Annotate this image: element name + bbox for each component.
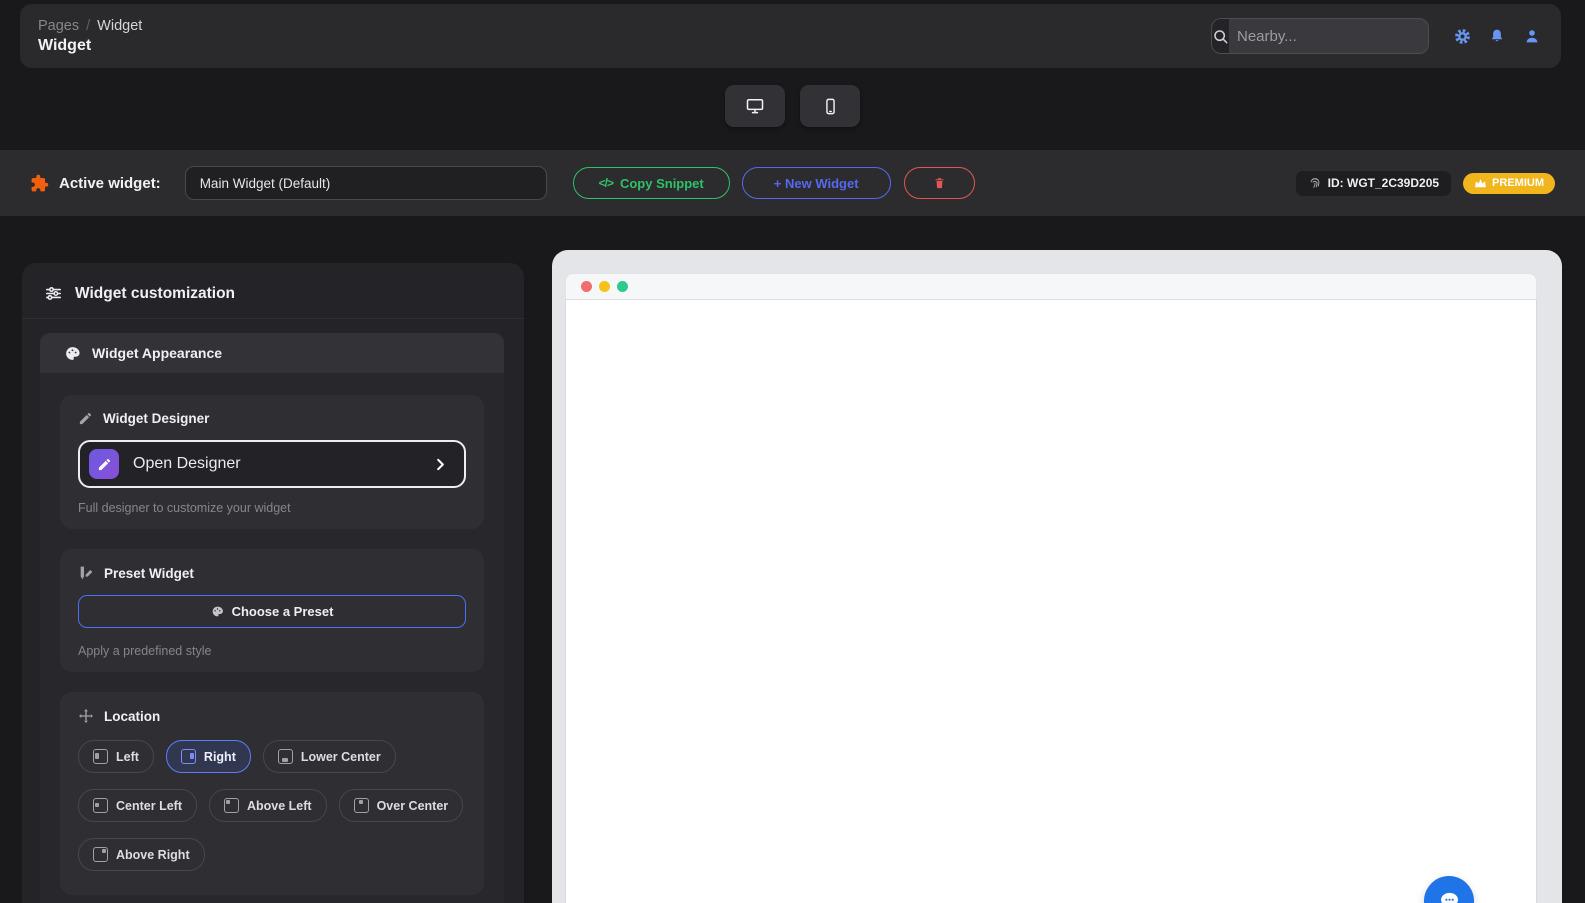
browser-mockup [565, 273, 1537, 903]
widget-id-badge: ID: WGT_2C39D205 [1295, 170, 1452, 196]
browser-content [565, 300, 1537, 903]
location-option-label: Above Right [116, 847, 190, 862]
location-option-label: Above Left [246, 798, 312, 813]
preset-widget-caption: Apply a predefined style [78, 644, 212, 658]
search-icon [1212, 19, 1229, 53]
location-option-above-right[interactable]: Above Right [78, 838, 205, 871]
location-option-label: Center Left [116, 798, 182, 813]
chat-bubble-icon [1436, 888, 1462, 903]
open-designer-label: Open Designer [133, 455, 241, 472]
open-designer-button[interactable]: Open Designer [78, 440, 466, 488]
location-card: Location Left Right Lower Center Center Lef… [60, 692, 484, 895]
search-input[interactable] [1229, 19, 1428, 53]
location-option-above-left[interactable]: Above Left [208, 789, 327, 822]
chat-widget-button[interactable] [1424, 876, 1474, 903]
mobile-icon [821, 97, 840, 116]
designer-pencil-icon [89, 449, 119, 479]
new-widget-label: + New Widget [773, 175, 859, 191]
premium-badge[interactable]: PREMIUM [1463, 172, 1555, 194]
browser-titlebar [565, 273, 1537, 300]
trash-icon [933, 176, 946, 190]
breadcrumb-block: Pages / Widget Widget [38, 18, 142, 55]
appearance-section: Widget Appearance Widget Designer Open D… [40, 333, 504, 903]
settings-button[interactable] [1451, 25, 1473, 47]
move-icon [78, 708, 94, 724]
sliders-icon [44, 284, 63, 303]
breadcrumb-parent[interactable]: Pages [38, 18, 79, 34]
widget-id-text: ID: WGT_2C39D205 [1327, 176, 1440, 190]
pencil-icon [78, 411, 93, 426]
position-top-left-icon [223, 798, 239, 813]
preset-widget-card: Preset Widget Choose a Preset Apply a pr… [60, 549, 484, 672]
location-option-label: Right [203, 749, 236, 764]
choose-preset-label: Choose a Preset [231, 604, 334, 619]
widget-select-value: Main Widget (Default) [199, 175, 331, 191]
position-top-right-icon [93, 847, 108, 862]
widget-designer-caption: Full designer to customize your widget [78, 501, 291, 515]
desktop-preview-button[interactable] [725, 85, 785, 127]
location-option-center-left[interactable]: Center Left [78, 789, 197, 822]
location-option-left[interactable]: Left [78, 740, 154, 773]
chevron-right-icon [433, 457, 448, 472]
preset-widget-title: Preset Widget [104, 565, 194, 581]
location-option-over-center[interactable]: Over Center [338, 789, 464, 822]
choose-preset-button[interactable]: Choose a Preset [78, 595, 466, 628]
traffic-light-yellow [599, 281, 610, 292]
location-option-label: Left [116, 749, 139, 764]
user-icon [1524, 28, 1540, 44]
mobile-preview-button[interactable] [800, 85, 860, 127]
breadcrumb-current[interactable]: Widget [97, 18, 142, 34]
position-bottom-center-icon [277, 749, 293, 764]
top-header: Pages / Widget Widget [20, 4, 1561, 68]
location-option-right[interactable]: Right [165, 740, 251, 773]
location-option-lower-center[interactable]: Lower Center [262, 740, 396, 773]
location-title: Location [104, 708, 161, 724]
location-option-label: Lower Center [300, 749, 381, 764]
code-icon: </> [598, 176, 614, 190]
page-title: Widget [38, 36, 92, 54]
position-left-icon [93, 749, 108, 764]
traffic-light-green [617, 281, 628, 292]
copy-snippet-label: Copy Snippet [619, 175, 704, 191]
gear-icon [1454, 28, 1471, 45]
bell-icon [1489, 28, 1505, 44]
device-preview-toggle [0, 85, 1585, 127]
breadcrumb-separator: / [86, 17, 91, 34]
active-widget-bar: Active widget: Main Widget (Default) </>… [0, 150, 1585, 216]
design-services-icon [78, 565, 94, 581]
delete-widget-button[interactable] [903, 167, 975, 199]
widget-customization-panel: Widget customization Widget Appearance W… [22, 263, 524, 903]
traffic-light-red [581, 281, 592, 292]
widget-select[interactable]: Main Widget (Default) [184, 166, 547, 200]
position-center-left-icon [93, 798, 108, 813]
preset-palette-icon [211, 605, 224, 618]
sidebar-title: Widget customization [75, 284, 236, 302]
notifications-button[interactable] [1486, 25, 1508, 47]
copy-snippet-button[interactable]: </> Copy Snippet [572, 167, 730, 199]
premium-label: PREMIUM [1492, 177, 1544, 189]
appearance-section-header[interactable]: Widget Appearance [40, 333, 504, 373]
desktop-icon [745, 96, 765, 116]
palette-icon [64, 345, 81, 362]
crown-icon [1474, 178, 1487, 189]
puzzle-icon [30, 174, 49, 193]
widget-designer-title: Widget Designer [103, 411, 210, 426]
location-option-label: Over Center [376, 798, 449, 813]
position-top-center-icon [353, 798, 369, 813]
profile-button[interactable] [1521, 25, 1543, 47]
widget-preview-panel [552, 250, 1562, 903]
appearance-section-body: Widget Designer Open Designer Full desig… [40, 373, 504, 903]
breadcrumb: Pages / Widget [38, 18, 142, 34]
appearance-section-title: Widget Appearance [92, 345, 223, 361]
position-right-icon [180, 749, 196, 764]
active-widget-label: Active widget: [59, 174, 161, 192]
fingerprint-icon [1308, 176, 1322, 190]
search-box[interactable] [1211, 18, 1429, 54]
sidebar-header: Widget customization [22, 263, 524, 319]
widget-designer-card: Widget Designer Open Designer Full desig… [60, 395, 484, 529]
new-widget-button[interactable]: + New Widget [741, 167, 891, 199]
location-options: Left Right Lower Center Center Left Above Le… [78, 740, 466, 871]
